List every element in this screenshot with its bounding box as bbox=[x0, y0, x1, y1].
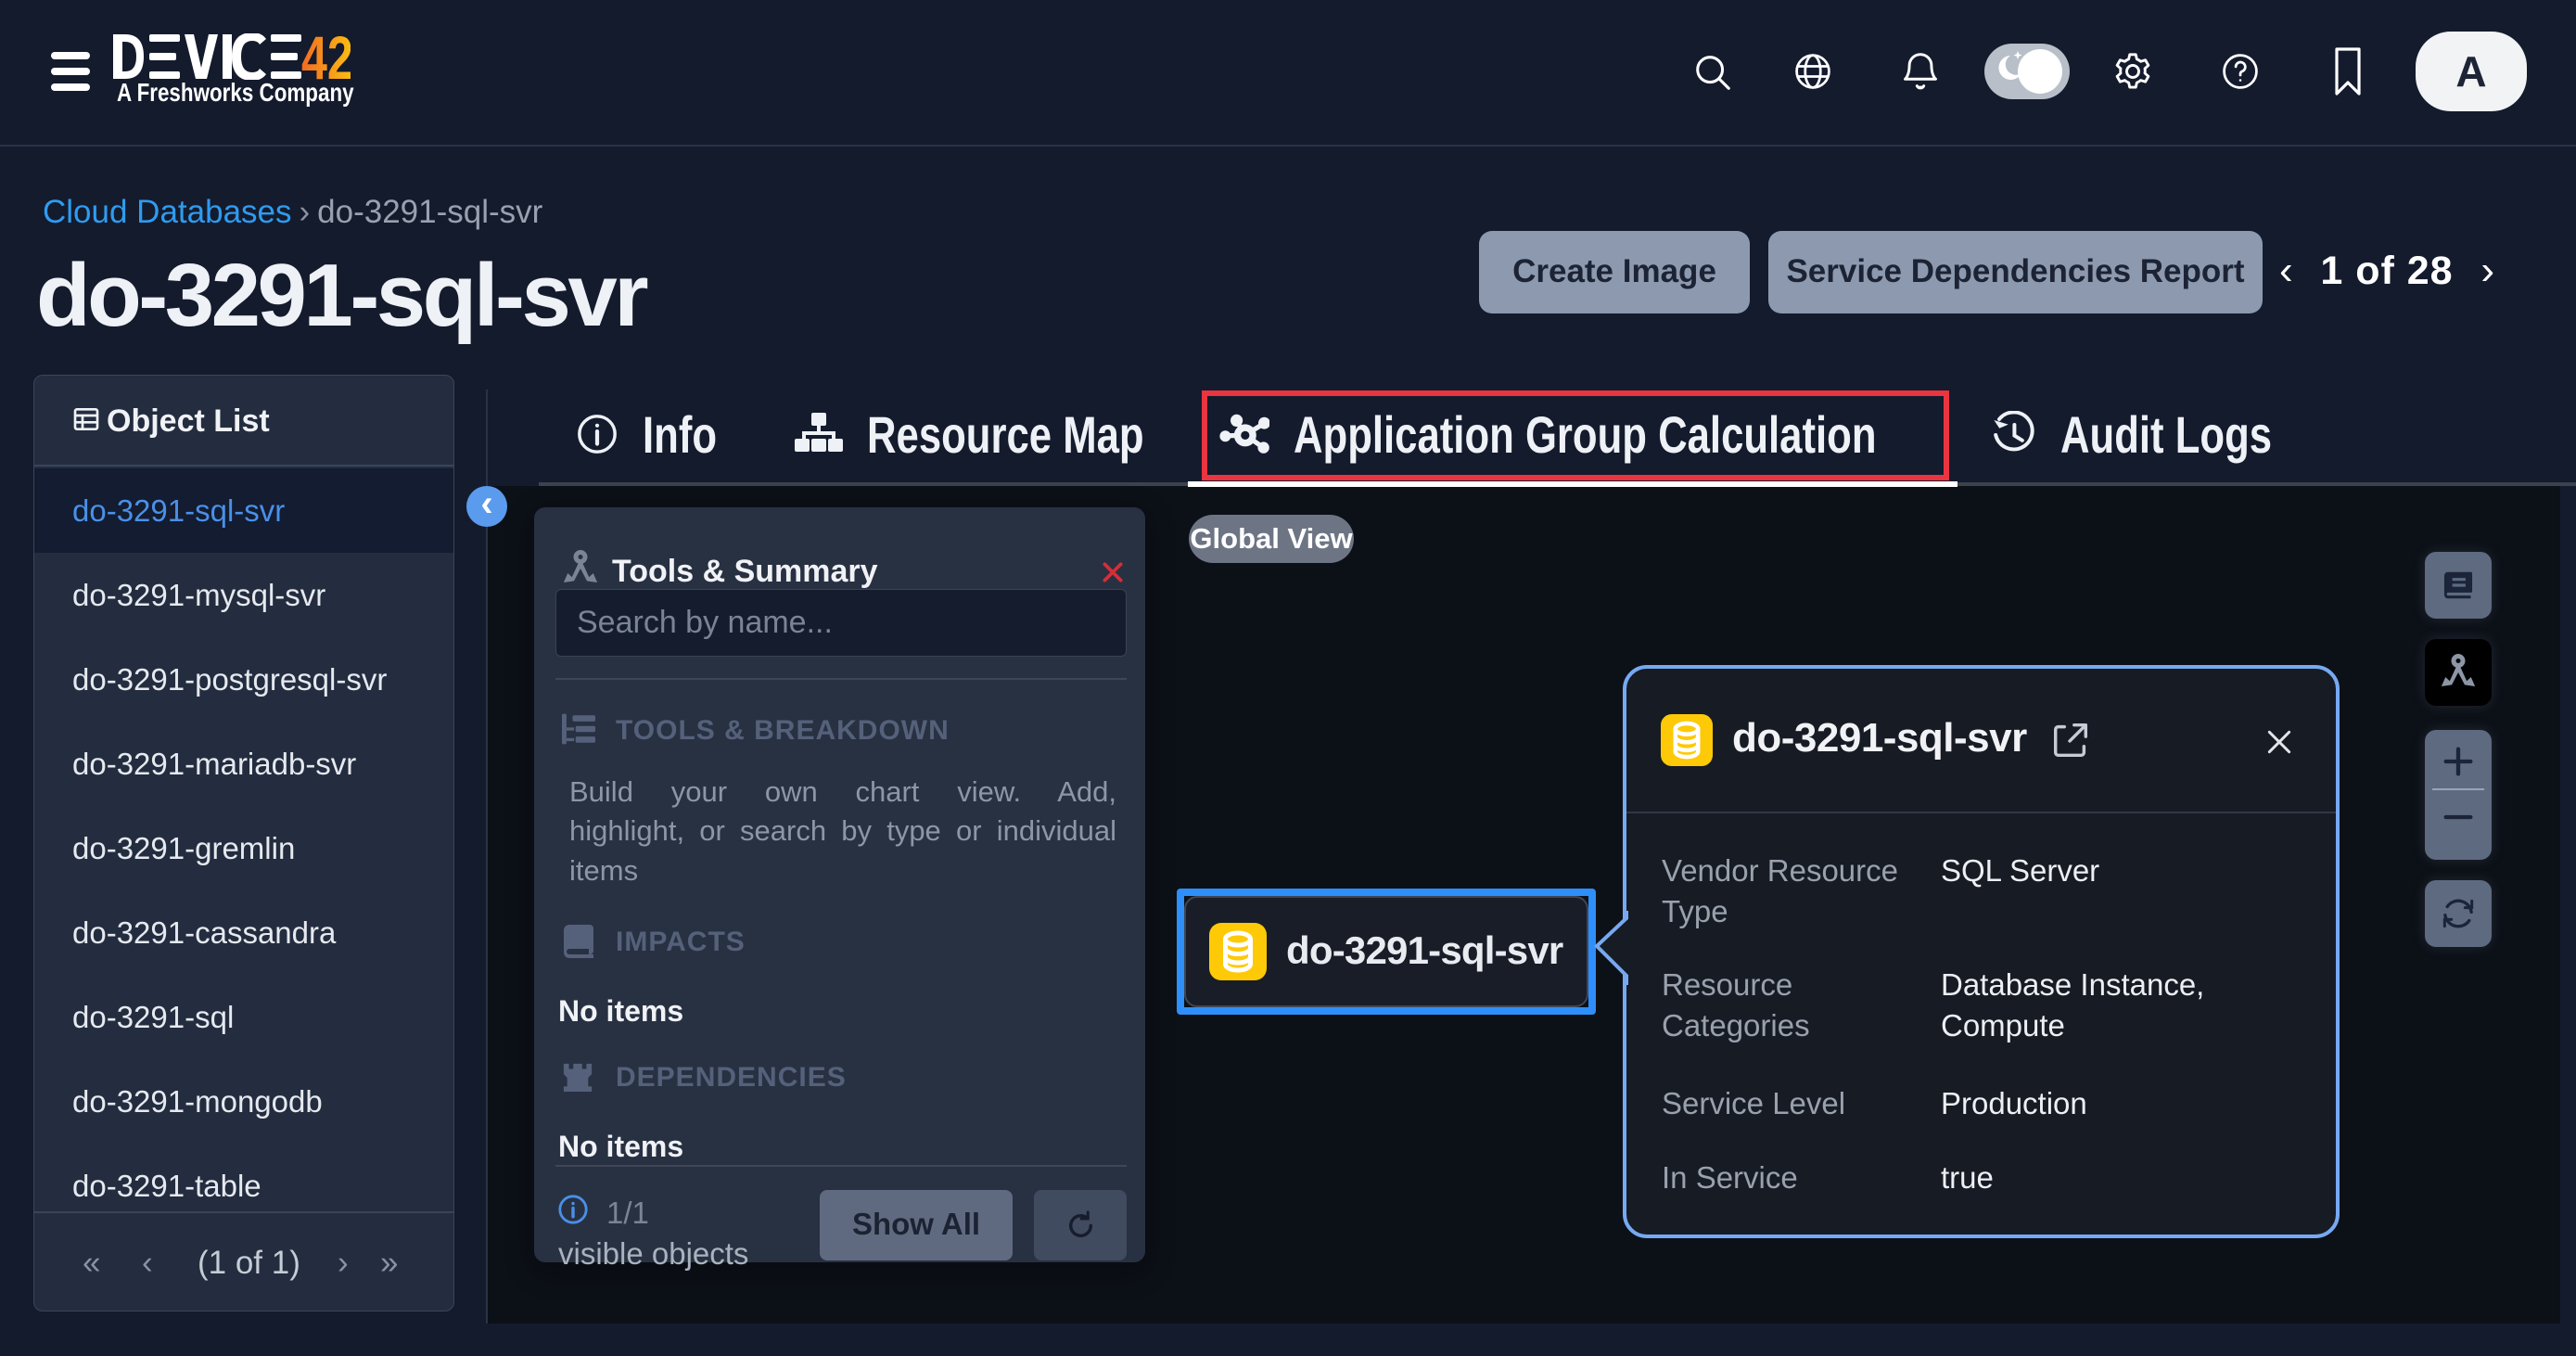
svg-text:42: 42 bbox=[301, 33, 351, 80]
